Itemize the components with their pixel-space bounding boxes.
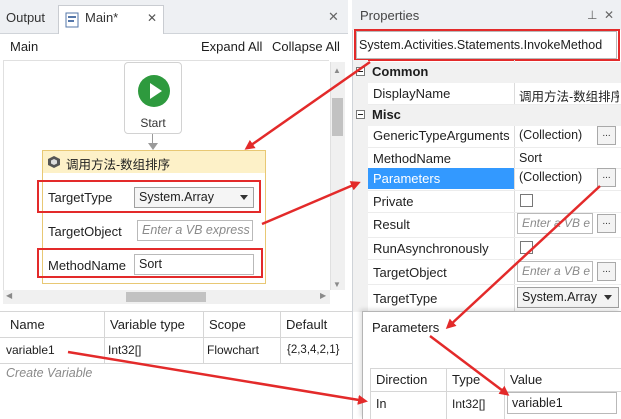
expand-all-link[interactable]: Expand All	[201, 39, 262, 54]
column-header-variable-type[interactable]: Variable type	[106, 312, 185, 337]
property-grid-divider	[514, 60, 515, 312]
play-triangle-icon	[150, 83, 162, 99]
row-separator	[368, 284, 621, 285]
column-header-scope[interactable]: Scope	[205, 312, 246, 337]
tab-main-close-icon[interactable]: ✕	[147, 6, 157, 30]
prop-display-name-label: DisplayName	[373, 86, 451, 101]
collapse-icon[interactable]	[356, 67, 365, 76]
prop-generic-type-arguments-label: GenericTypeArguments	[373, 128, 510, 143]
activity-title[interactable]: 调用方法-数组排序	[66, 154, 170, 173]
prop-method-name-label: MethodName	[373, 151, 452, 166]
column-header-name[interactable]: Name	[6, 312, 45, 337]
activity-type-name: System.Activities.Statements.InvokeMetho…	[356, 31, 617, 59]
target-object-input[interactable]: Enter a VB express	[137, 220, 253, 241]
row-separator	[368, 259, 621, 260]
category-common-label: Common	[372, 64, 429, 79]
tab-output[interactable]: Output	[6, 6, 56, 30]
param-column-value[interactable]: Value	[506, 369, 542, 391]
prop-private-label: Private	[373, 194, 414, 209]
prop-display-name-value[interactable]: 调用方法-数组排序	[519, 86, 619, 105]
row-separator	[368, 190, 621, 191]
param-column-direction[interactable]: Direction	[372, 369, 427, 391]
target-type-prop-value: System.Array	[522, 290, 598, 304]
param-grid-col-divider	[446, 368, 447, 419]
invoke-method-icon	[48, 156, 60, 168]
target-object-label: TargetObject	[48, 224, 122, 239]
close-icon[interactable]: ✕	[604, 8, 614, 22]
vertical-scrollbar[interactable]	[330, 62, 345, 290]
chevron-down-icon	[604, 295, 612, 300]
tab-main-label: Main*	[85, 10, 119, 25]
start-label: Start	[140, 116, 166, 130]
workflow-document-icon	[65, 12, 79, 28]
pin-icon[interactable]: ⊥	[587, 8, 597, 22]
prop-generic-type-arguments-value: (Collection)	[519, 128, 583, 142]
column-header-default[interactable]: Default	[282, 312, 327, 337]
property-grid-gutter	[353, 60, 368, 312]
param-grid-col-divider	[504, 368, 505, 419]
result-ellipsis-button[interactable]: ...	[597, 214, 616, 233]
param-grid-left-border	[370, 368, 371, 419]
prop-method-name-value[interactable]: Sort	[519, 151, 609, 165]
scroll-up-icon[interactable]: ▲	[333, 66, 341, 75]
generic-type-arguments-ellipsis-button[interactable]: ...	[597, 126, 616, 145]
chevron-down-icon	[240, 195, 248, 200]
param-type-cell[interactable]: Int32[]	[448, 392, 485, 416]
create-variable-link[interactable]: Create Variable	[6, 366, 92, 380]
target-object-prop-input[interactable]: Enter a VB e	[517, 261, 593, 282]
scroll-left-icon[interactable]: ◀	[6, 291, 12, 300]
collapse-all-link[interactable]: Collapse All	[272, 39, 340, 54]
grid-row-divider	[0, 363, 352, 364]
flow-connector-arrow-icon	[148, 143, 158, 150]
variable-name-cell[interactable]: variable1	[2, 338, 55, 363]
grid-col-divider	[280, 312, 281, 363]
horizontal-scroll-thumb[interactable]	[126, 292, 206, 302]
tab-main[interactable]: Main* ✕	[58, 5, 164, 34]
private-checkbox[interactable]	[520, 194, 533, 207]
run-async-checkbox[interactable]	[520, 241, 533, 254]
target-object-ellipsis-button[interactable]: ...	[597, 262, 616, 281]
variable-default-cell[interactable]: {2,3,4,2,1}	[283, 338, 339, 363]
prop-run-async-label: RunAsynchronously	[373, 241, 489, 256]
param-value-input[interactable]: variable1	[507, 392, 617, 414]
prop-target-type-label: TargetType	[373, 291, 438, 306]
row-separator	[368, 147, 621, 148]
close-icon[interactable]: ✕	[328, 9, 339, 25]
variable-type-cell[interactable]: Int32[]	[104, 338, 141, 363]
breadcrumb[interactable]: Main	[10, 39, 38, 54]
result-input[interactable]: Enter a VB e	[517, 213, 593, 234]
parameters-dialog-title: Parameters	[372, 320, 440, 335]
category-misc-label: Misc	[372, 107, 401, 122]
vertical-scroll-thumb[interactable]	[332, 98, 343, 136]
row-separator	[368, 237, 621, 238]
prop-target-object-label: TargetObject	[373, 265, 447, 280]
target-type-value: System.Array	[139, 190, 215, 204]
variable-scope-cell[interactable]: Flowchart	[203, 338, 259, 363]
target-type-label: TargetType	[48, 190, 113, 205]
method-name-label: MethodName	[48, 258, 127, 273]
param-direction-cell[interactable]: In	[372, 392, 386, 416]
param-column-type[interactable]: Type	[448, 369, 480, 391]
properties-title: Properties	[360, 8, 420, 23]
method-name-input[interactable]: Sort	[134, 254, 254, 275]
parameters-ellipsis-button[interactable]: ...	[597, 168, 616, 187]
collapse-icon[interactable]	[356, 110, 365, 119]
target-type-prop-dropdown[interactable]: System.Array	[517, 287, 619, 308]
prop-parameters-value: (Collection)	[519, 170, 583, 184]
prop-parameters-label[interactable]: Parameters	[373, 171, 440, 186]
scroll-down-icon[interactable]: ▼	[333, 280, 341, 289]
scroll-right-icon[interactable]: ▶	[320, 291, 326, 300]
target-type-dropdown[interactable]: System.Array	[134, 187, 254, 208]
prop-result-label: Result	[373, 217, 410, 232]
